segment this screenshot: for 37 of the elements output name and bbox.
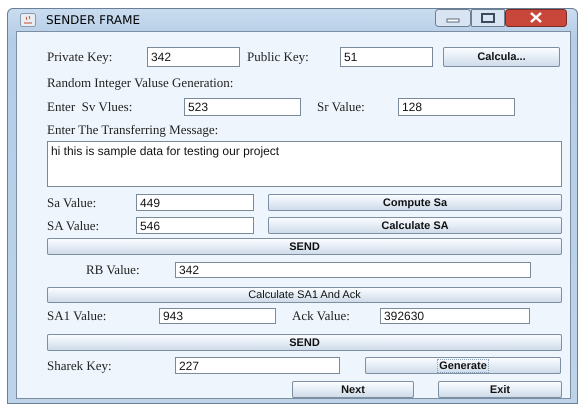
action-button[interactable]: SEND: [47, 334, 562, 351]
action-button[interactable]: Compute Sa: [268, 194, 562, 211]
field-label: Public Key:: [247, 48, 309, 66]
text-field[interactable]: 449: [136, 194, 254, 211]
text-field[interactable]: 227: [175, 357, 340, 374]
field-label: SA Value:: [47, 217, 100, 234]
action-button[interactable]: Generate: [365, 357, 561, 374]
text-field[interactable]: 342: [175, 262, 531, 278]
action-button[interactable]: Calculate SA: [268, 217, 562, 234]
action-button[interactable]: Calculate SA1 And Ack: [47, 287, 562, 303]
maximize-button[interactable]: [471, 9, 505, 27]
field-label: Sr Value:: [317, 98, 365, 116]
window-title: SENDER FRAME: [46, 13, 140, 27]
text-field[interactable]: 128: [398, 98, 515, 116]
minimize-button[interactable]: [435, 9, 471, 27]
field-label: Sa Value:: [47, 194, 96, 211]
text-field[interactable]: 392630: [380, 308, 530, 324]
action-button[interactable]: SEND: [47, 238, 562, 255]
field-label: Ack Value:: [292, 308, 350, 324]
action-button[interactable]: Exit: [438, 381, 562, 398]
field-label: Private Key:: [47, 48, 112, 66]
app-icon: [20, 13, 36, 27]
text-field[interactable]: 523: [184, 98, 301, 116]
field-label: RB Value:: [86, 262, 140, 278]
text-field[interactable]: 342: [147, 47, 240, 67]
message-area[interactable]: hi this is sample data for testing our project: [47, 141, 562, 187]
field-label: Random Integer Valuse Generation:: [47, 75, 234, 91]
text-field[interactable]: 546: [136, 217, 254, 234]
text-field[interactable]: 943: [159, 308, 276, 324]
close-button[interactable]: [505, 9, 567, 27]
field-label: Enter Sv Vlues:: [47, 98, 132, 116]
field-label: SA1 Value:: [47, 308, 106, 324]
action-button[interactable]: Calcula...: [443, 47, 560, 67]
field-label: Sharek Key:: [47, 357, 112, 374]
text-field[interactable]: 51: [340, 47, 433, 67]
field-label: Enter The Transferring Message:: [47, 122, 218, 138]
action-button[interactable]: Next: [292, 381, 414, 398]
